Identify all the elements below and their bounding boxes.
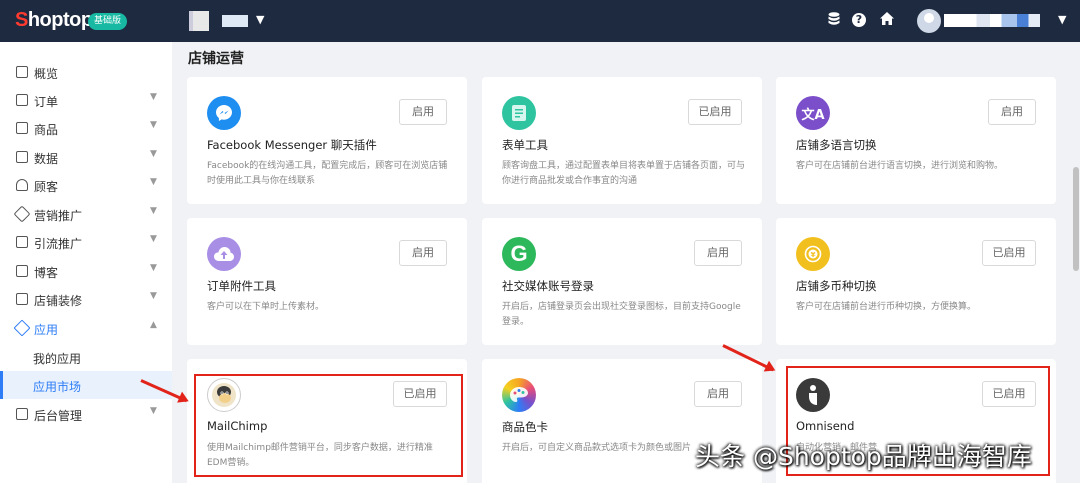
translate-icon: 文A [796,96,830,130]
top-bar: Shoptop 基础版 ▼ ? ▼ [0,0,1080,42]
sidebar-item-traffic[interactable]: 引流推广 ▼ [0,228,172,256]
app-card[interactable]: G 启用 社交媒体账号登录 开启后，店铺登录页会出现社交登录图标，目前支持Goo… [482,218,762,345]
app-card[interactable]: ¥ 已启用 店铺多币种切换 客户可在店铺前台进行币种切换，方便换算。 [776,218,1056,345]
app-description: 开启后，店铺登录页会出现社交登录图标，目前支持Google登录。 [502,302,741,327]
app-description: 客户可以在下单时上传素材。 [207,302,325,312]
highlight-box [194,374,463,477]
chevron-down-icon: ▼ [150,234,157,244]
dashboard-icon [16,66,28,78]
chevron-down-icon: ▼ [150,206,157,216]
sidebar-item-marketing[interactable]: 营销推广 ▼ [0,200,172,228]
scrollbar-thumb[interactable] [1073,167,1079,271]
user-dropdown-icon[interactable]: ▼ [1058,13,1066,26]
sidebar-item-orders[interactable]: 订单 ▼ [0,86,172,114]
watermark: 头条 @Shoptop品牌出海智库 [695,442,1032,471]
folder-icon [16,408,28,420]
enable-button[interactable]: 启用 [399,240,447,266]
store-design-icon [16,293,28,305]
google-icon: G [502,237,536,271]
database-icon[interactable] [826,12,842,28]
document-icon [16,236,28,248]
sidebar-item-customers[interactable]: 顾客 ▼ [0,171,172,199]
sidebar-item-products[interactable]: 商品 ▼ [0,114,172,142]
chevron-down-icon: ▼ [150,263,157,273]
app-description: 客户可在店铺前台进行币种切换，方便换算。 [796,302,977,312]
enable-button[interactable]: 启用 [694,381,742,407]
app-name: Facebook Messenger 聊天插件 [207,138,377,152]
sidebar-item-overview[interactable]: 概览 [0,58,172,86]
palette-icon [502,378,536,412]
blog-icon [16,265,28,277]
user-name[interactable] [944,14,1040,27]
sidebar-item-data[interactable]: 数据 ▼ [0,143,172,171]
store-dropdown-icon[interactable]: ▼ [256,13,264,26]
enable-button[interactable]: 启用 [399,99,447,125]
svg-text:¥: ¥ [811,251,816,259]
app-card[interactable]: 已启用 表单工具 顾客询盘工具，通过配置表单目将表单置于店铺各页面，可与你进行商… [482,77,762,204]
sidebar-item-apps[interactable]: 应用 ▲ [0,314,172,342]
enabled-button[interactable]: 已启用 [982,240,1036,266]
chevron-down-icon: ▼ [150,120,157,130]
apps-icon [13,319,31,337]
chevron-down-icon: ▼ [150,92,157,102]
chevron-down-icon: ▼ [150,291,157,301]
app-name: 商品色卡 [502,420,548,434]
chevron-down-icon: ▼ [150,406,157,416]
enable-button[interactable]: 启用 [694,240,742,266]
sidebar: 概览 订单 ▼ 商品 ▼ 数据 ▼ 顾客 ▼ 营销推广 ▼ 引流推广 ▼ 博客 ▼ 店铺装修 ▼… [0,42,172,483]
chevron-down-icon: ▼ [150,177,157,187]
page-title: 店铺运营 [188,51,244,67]
app-name: 订单附件工具 [207,279,276,293]
app-card[interactable]: 启用 Facebook Messenger 聊天插件 Facebook的在线沟通… [187,77,467,204]
app-name: 表单工具 [502,138,548,152]
store-name[interactable] [222,15,248,27]
shoptop-logo[interactable]: Shoptop [15,9,93,32]
currency-icon: ¥ [796,237,830,271]
sidebar-item-admin[interactable]: 后台管理 ▼ [0,400,172,428]
app-name: 社交媒体账号登录 [502,279,594,293]
enable-button[interactable]: 启用 [988,99,1036,125]
app-description: Facebook的在线沟通工具，配置完成后，顾客可在浏览店铺时使用此工具与你在线… [207,161,448,186]
sidebar-item-store-design[interactable]: 店铺装修 ▼ [0,285,172,313]
chart-icon [16,151,28,163]
app-description: 顾客询盘工具，通过配置表单目将表单置于店铺各页面，可与你进行商品批发或合作事宜的… [502,161,746,186]
app-card[interactable]: 文A 启用 店铺多语言切换 客户可在店铺前台进行语言切换，进行浏览和购物。 [776,77,1056,204]
enabled-button[interactable]: 已启用 [688,99,742,125]
home-icon[interactable] [879,12,895,28]
sidebar-item-my-apps[interactable]: 我的应用 [0,343,172,371]
app-description: 客户可在店铺前台进行语言切换，进行浏览和购物。 [796,161,1004,171]
store-avatar[interactable] [189,11,209,31]
app-card[interactable]: 启用 订单附件工具 客户可以在下单时上传素材。 [187,218,467,345]
form-icon [502,96,536,130]
upload-cloud-icon [207,237,241,271]
product-icon [16,122,28,134]
app-name: 店铺多币种切换 [796,279,877,293]
help-icon[interactable]: ? [852,13,866,27]
order-icon [16,94,28,106]
edition-badge: 基础版 [88,13,128,30]
app-name: 店铺多语言切换 [796,138,877,152]
avatar[interactable] [917,9,941,33]
sidebar-item-blog[interactable]: 博客 ▼ [0,257,172,285]
messenger-icon [207,96,241,130]
sidebar-item-app-market[interactable]: 应用市场 [0,371,172,399]
tag-icon [13,205,31,223]
chevron-down-icon: ▼ [150,149,157,159]
chevron-up-icon: ▲ [150,320,157,330]
user-icon [16,179,28,191]
